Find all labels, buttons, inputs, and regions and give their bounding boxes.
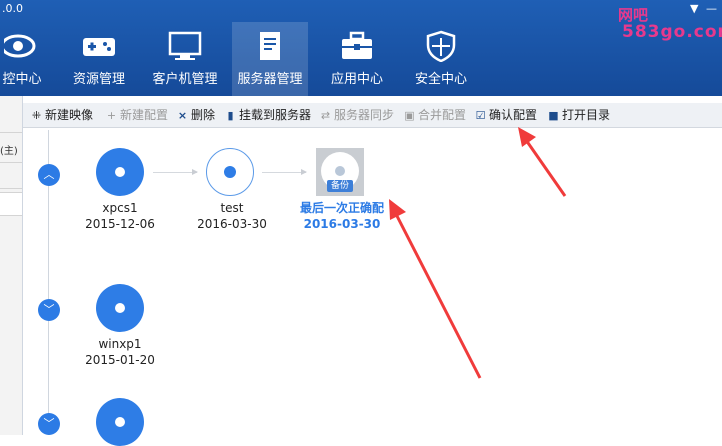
annotation-arrow-confirm	[518, 127, 567, 197]
annotation-arrows	[389, 127, 567, 379]
annotation-arrow-backup	[389, 199, 482, 379]
